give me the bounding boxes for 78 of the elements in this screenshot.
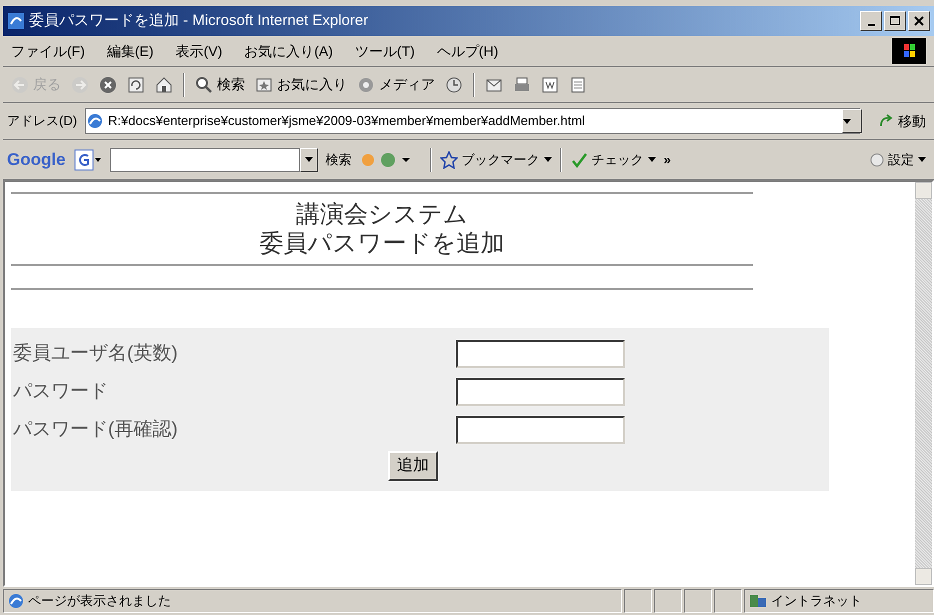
disc-icon	[357, 76, 375, 94]
google-search-field[interactable]	[110, 148, 300, 172]
stop-icon	[99, 76, 117, 94]
caret-icon	[304, 157, 313, 162]
caret-icon	[648, 157, 656, 162]
field-label: 委員ユーザ名(英数)	[12, 342, 179, 366]
menu-item[interactable]: ヘルプ(H)	[436, 40, 498, 62]
address-field[interactable]: R:¥docs¥enterprise¥customer¥jsme¥2009-03¥member¥member¥addMember.html	[85, 108, 860, 134]
caret-icon	[843, 118, 851, 124]
status-panel	[624, 589, 652, 613]
address-text: R:¥docs¥enterprise¥customer¥jsme¥2009-03¥member¥member¥addMember.html	[108, 112, 585, 130]
settings-button[interactable]: 設定	[870, 150, 930, 170]
search-icon	[195, 76, 213, 94]
status-panel	[714, 589, 742, 613]
more-button[interactable]: »	[664, 150, 671, 170]
print-button[interactable]	[513, 76, 531, 94]
dropdown-button[interactable]	[300, 148, 318, 172]
check-mark-icon	[570, 150, 588, 168]
history-button[interactable]	[445, 76, 463, 94]
maximize-button[interactable]	[884, 11, 906, 31]
printer-icon	[513, 76, 531, 94]
refresh-icon	[127, 76, 145, 94]
menu-item[interactable]: 表示(V)	[176, 40, 222, 62]
ie-logo-icon	[7, 12, 25, 30]
clock-icon	[445, 76, 463, 94]
document-icon	[541, 76, 559, 94]
caret-icon	[544, 157, 552, 162]
google-menu-button[interactable]	[74, 148, 102, 170]
input-field[interactable]	[456, 416, 625, 444]
field-label: パスワード(再確認)	[12, 418, 179, 442]
page-icon	[569, 76, 587, 94]
go-button[interactable]: 移動	[878, 110, 930, 132]
add-button[interactable]: 追加	[388, 451, 438, 481]
dropdown-button[interactable]	[842, 109, 862, 133]
discuss-button[interactable]	[569, 76, 587, 94]
bookmarks-button[interactable]: ブックマーク	[440, 150, 552, 170]
menu-item[interactable]: ファイル(F)	[11, 40, 85, 62]
favorites-button[interactable]: お気に入り	[255, 74, 347, 95]
page-heading: 委員パスワードを追加	[260, 229, 504, 258]
edit-button[interactable]	[541, 76, 559, 94]
home-button[interactable]	[155, 76, 173, 94]
menu-item[interactable]: お気に入り(A)	[244, 40, 333, 62]
input-field[interactable]	[456, 340, 625, 368]
status-panel	[654, 589, 682, 613]
search-button[interactable]: 検索	[195, 74, 245, 95]
field-label: パスワード	[12, 380, 109, 404]
caret-icon	[918, 157, 926, 162]
search-button[interactable]: 検索	[326, 150, 352, 170]
scrollbar[interactable]	[915, 182, 932, 585]
radio-circle-icon	[870, 152, 884, 166]
menu-item[interactable]: ツール(T)	[354, 40, 415, 62]
refresh-button[interactable]	[127, 76, 145, 94]
page-globe-icon	[8, 593, 24, 609]
status-message: ページが表示されました	[28, 592, 171, 610]
close-icon	[913, 15, 925, 27]
spell-check-button[interactable]: チェック	[570, 150, 656, 170]
stop-button[interactable]	[99, 76, 117, 94]
status-panel	[684, 589, 712, 613]
page-globe-icon	[86, 112, 104, 130]
star-folder-icon	[255, 76, 273, 94]
input-field[interactable]	[456, 378, 625, 406]
curved-arrow-icon	[878, 113, 894, 129]
close-button[interactable]	[908, 11, 930, 31]
zone-label: イントラネット	[771, 592, 862, 610]
google-logo: Google	[7, 148, 66, 171]
buildings-icon	[749, 593, 767, 609]
g-caret-icon	[74, 148, 102, 170]
page-heading: 講演会システム	[296, 200, 468, 229]
media-button[interactable]: メディア	[357, 74, 435, 95]
windows-logo-icon	[892, 38, 926, 64]
menu-item[interactable]: 編集(E)	[106, 40, 154, 62]
address-label: アドレス(D)	[7, 112, 78, 130]
window-title: 委員パスワードを追加 - Microsoft Internet Explorer	[29, 10, 370, 31]
minimize-button[interactable]	[860, 11, 882, 31]
home-icon	[155, 76, 173, 94]
maximize-icon	[889, 15, 901, 27]
minimize-icon	[868, 24, 874, 26]
star-icon	[440, 150, 458, 168]
